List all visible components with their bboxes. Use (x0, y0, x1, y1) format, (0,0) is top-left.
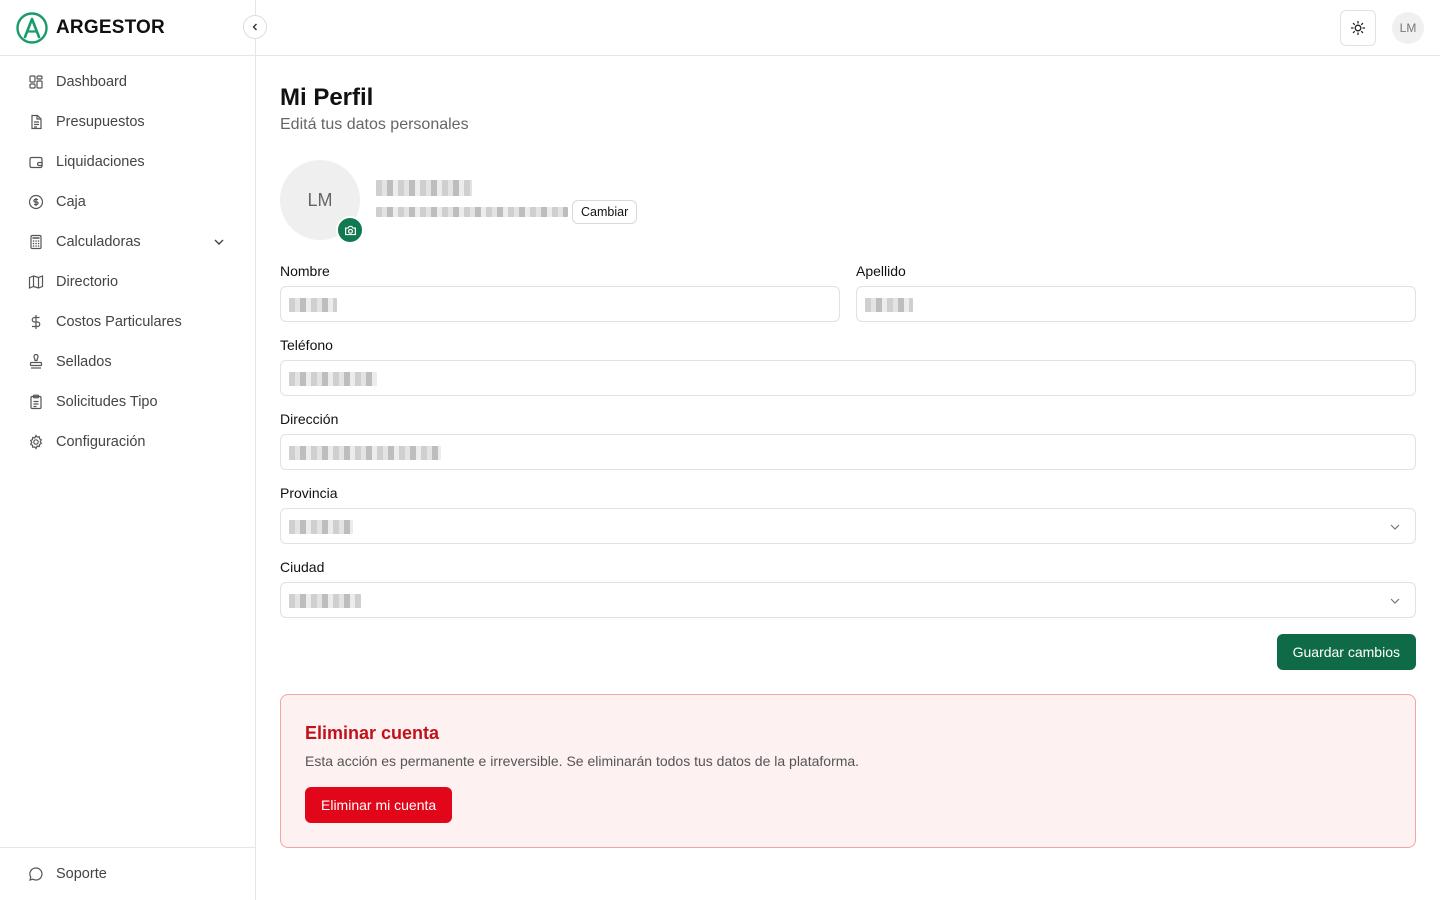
sidebar-footer: Soporte (0, 847, 255, 900)
sidebar-item-presupuestos[interactable]: Presupuestos (0, 102, 255, 142)
sidebar-item-directorio[interactable]: Directorio (0, 262, 255, 302)
delete-account-button[interactable]: Eliminar mi cuenta (305, 787, 453, 823)
theme-toggle-button[interactable] (1340, 10, 1376, 46)
delete-account-title: Eliminar cuenta (305, 723, 440, 743)
save-changes-button[interactable]: Guardar cambios (1276, 634, 1416, 670)
ciudad-select[interactable] (280, 582, 1416, 618)
sidebar-item-label: Directorio (56, 274, 119, 290)
sidebar-item-label: Calculadoras (56, 234, 141, 250)
user-avatar[interactable]: LM (1392, 12, 1424, 44)
nombre-label: Nombre (280, 263, 330, 279)
topbar: LM (256, 0, 1440, 56)
gear-icon (29, 434, 43, 450)
change-photo-button[interactable] (336, 216, 364, 244)
sidebar: ARGESTOR Dashboard Presupuestos Liquidac… (0, 0, 256, 900)
sidebar-nav: Dashboard Presupuestos Liquidaciones Caj… (0, 56, 255, 462)
sidebar-item-label: Liquidaciones (56, 154, 145, 170)
dollar-sign-icon (31, 315, 41, 329)
page-title: Mi Perfil (280, 84, 374, 111)
file-text-icon (31, 114, 42, 130)
sidebar-item-configuracion[interactable]: Configuración (0, 422, 255, 462)
sidebar-item-label: Solicitudes Tipo (56, 394, 158, 410)
calculator-icon (30, 234, 42, 250)
brand[interactable]: ARGESTOR (0, 0, 255, 56)
telefono-label: Teléfono (280, 337, 333, 353)
sidebar-item-costos-particulares[interactable]: Costos Particulares (0, 302, 255, 342)
sun-icon (1350, 20, 1366, 36)
stamp-icon (29, 354, 43, 369)
brand-name: ARGESTOR (56, 16, 165, 38)
change-email-button[interactable]: Cambiar (572, 200, 638, 224)
sidebar-item-label: Sellados (56, 354, 112, 370)
delete-account-card: Eliminar cuenta Esta acción es permanent… (280, 694, 1416, 848)
sidebar-item-dashboard[interactable]: Dashboard (0, 62, 255, 102)
dollar-circle-icon (28, 194, 44, 210)
chevron-down-icon (1390, 524, 1400, 530)
sidebar-item-label: Presupuestos (56, 114, 145, 130)
sidebar-item-label: Configuración (56, 434, 146, 450)
sidebar-item-label: Caja (56, 194, 86, 210)
direccion-field[interactable] (280, 434, 1416, 470)
wallet-icon (29, 156, 43, 169)
ciudad-label: Ciudad (280, 559, 325, 575)
telefono-value-redacted (289, 372, 377, 386)
provincia-label: Provincia (280, 485, 338, 501)
sidebar-collapse-button[interactable] (243, 15, 267, 39)
sidebar-item-soporte[interactable]: Soporte (0, 848, 255, 900)
provincia-select[interactable] (280, 508, 1416, 544)
sidebar-item-solicitudes-tipo[interactable]: Solicitudes Tipo (0, 382, 255, 422)
nombre-value-redacted (289, 298, 337, 312)
chevron-down-icon (1390, 598, 1400, 604)
direccion-value-redacted (289, 446, 441, 460)
profile-email-redacted (376, 207, 568, 217)
nombre-field[interactable] (280, 286, 840, 322)
dashboard-icon (29, 75, 43, 89)
page-subtitle: Editá tus datos personales (280, 116, 469, 133)
profile-name-redacted (376, 180, 472, 196)
sidebar-item-caja[interactable]: Caja (0, 182, 255, 222)
map-icon (28, 275, 44, 289)
telefono-field[interactable] (280, 360, 1416, 396)
sidebar-item-label: Soporte (56, 866, 107, 882)
apellido-label: Apellido (856, 263, 906, 279)
apellido-value-redacted (865, 298, 913, 312)
sidebar-item-label: Costos Particulares (56, 314, 182, 330)
chat-bubble-icon (29, 867, 43, 881)
camera-icon (344, 225, 356, 235)
ciudad-value-redacted (289, 594, 361, 608)
direccion-label: Dirección (280, 411, 339, 427)
chevron-down-icon[interactable] (213, 236, 225, 248)
delete-account-description: Esta acción es permanente e irreversible… (305, 753, 860, 769)
argestor-logo-icon (16, 11, 48, 44)
clipboard-icon (30, 394, 42, 410)
sidebar-item-sellados[interactable]: Sellados (0, 342, 255, 382)
provincia-value-redacted (289, 520, 353, 534)
sidebar-item-liquidaciones[interactable]: Liquidaciones (0, 142, 255, 182)
chevron-left-icon (252, 23, 257, 31)
sidebar-item-label: Dashboard (56, 74, 127, 90)
apellido-field[interactable] (856, 286, 1416, 322)
sidebar-item-calculadoras[interactable]: Calculadoras (0, 222, 255, 262)
